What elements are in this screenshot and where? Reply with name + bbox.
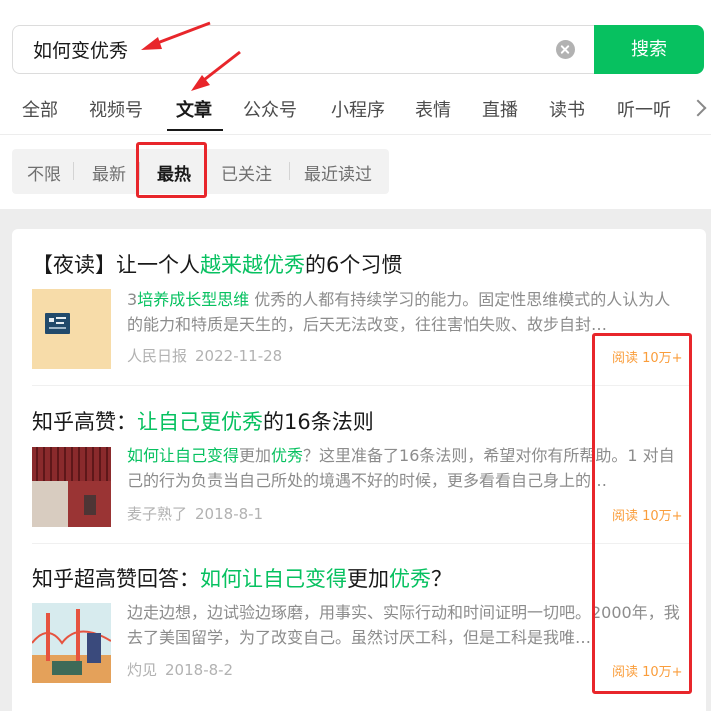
- tab-listen[interactable]: 听一听: [617, 96, 671, 122]
- search-query-text: 如何变优秀: [33, 40, 129, 62]
- tab-divider: [0, 134, 711, 135]
- highlighted-text: 优秀: [271, 446, 304, 465]
- search-button[interactable]: 搜索: [594, 25, 704, 74]
- highlighted-text: 如何让自己变得: [200, 567, 347, 591]
- tab-all[interactable]: 全部: [22, 96, 58, 122]
- highlighted-text: 如何让自己变得: [127, 446, 240, 465]
- text-segment: 知乎超高赞回答：: [32, 567, 200, 591]
- highlighted-text: 优秀: [389, 567, 431, 591]
- source-name: 麦子熟了: [127, 505, 188, 523]
- filter-divider: [289, 162, 290, 180]
- source-name: 人民日报: [127, 347, 188, 365]
- text-segment: 的16条法则: [263, 410, 374, 434]
- filter-highlight-annotation: [136, 142, 207, 198]
- tab-articles[interactable]: 文章: [176, 96, 212, 122]
- text-segment: 更加: [347, 567, 389, 591]
- filter-divider: [73, 162, 74, 180]
- result-source: 人民日报 2022-11-28: [127, 345, 282, 366]
- result-source: 灼见 2018-8-2: [127, 659, 233, 680]
- tab-stickers[interactable]: 表情: [415, 96, 451, 122]
- highlighted-text: 培养成长型思维: [137, 290, 250, 309]
- thumbnail-image[interactable]: [32, 447, 111, 527]
- text-segment: 【夜读】让一个人: [32, 253, 200, 277]
- filter-latest[interactable]: 最新: [92, 160, 126, 185]
- result-source: 麦子熟了 2018-8-1: [127, 503, 263, 524]
- highlighted-text: 越来越优秀: [200, 253, 305, 277]
- read-count-highlight-annotation: [592, 333, 692, 694]
- text-segment: ？: [431, 567, 452, 591]
- clear-icon[interactable]: [556, 40, 575, 59]
- text-segment: 3: [127, 290, 138, 309]
- search-input[interactable]: 如何变优秀: [12, 25, 594, 74]
- publish-date: 2022-11-28: [195, 347, 283, 365]
- filter-any[interactable]: 不限: [27, 160, 61, 185]
- publish-date: 2018-8-1: [195, 505, 264, 523]
- tab-mini-programs[interactable]: 小程序: [331, 96, 385, 122]
- source-name: 灼见: [127, 661, 158, 679]
- tab-books[interactable]: 读书: [549, 96, 585, 122]
- arrow-head: [191, 75, 210, 91]
- text-segment: 更加: [239, 446, 272, 465]
- result-title[interactable]: 知乎超高赞回答：如何让自己变得更加优秀？: [32, 563, 452, 593]
- thumbnail-image[interactable]: [32, 289, 111, 369]
- thumbnail-image[interactable]: [32, 603, 111, 683]
- tab-channels[interactable]: 视频号: [89, 96, 143, 122]
- tab-live[interactable]: 直播: [482, 96, 518, 122]
- publish-date: 2018-8-2: [165, 661, 234, 679]
- active-tab-indicator: [167, 129, 223, 131]
- result-title[interactable]: 【夜读】让一个人越来越优秀的6个习惯: [32, 249, 402, 279]
- result-snippet: 3培养成长型思维 优秀的人都有持续学习的能力。固定性思维模式的人认为人的能力和特…: [127, 287, 685, 337]
- filter-recently-read[interactable]: 最近读过: [304, 160, 372, 185]
- result-title[interactable]: 知乎高赞：让自己更优秀的16条法则: [32, 406, 374, 436]
- tab-official-accounts[interactable]: 公众号: [243, 96, 297, 122]
- text-segment: 的6个习惯: [305, 253, 403, 277]
- highlighted-text: 让自己更优秀: [137, 410, 263, 434]
- filter-followed[interactable]: 已关注: [221, 160, 272, 185]
- chevron-right-icon[interactable]: [689, 99, 707, 117]
- text-segment: 知乎高赞：: [32, 410, 137, 434]
